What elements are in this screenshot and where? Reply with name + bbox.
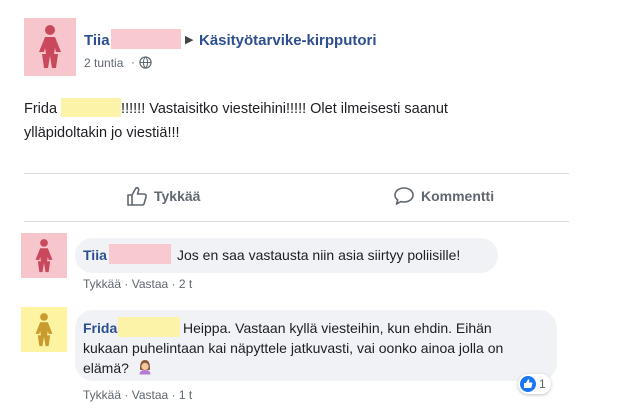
- separator-dot: ·: [124, 277, 132, 291]
- comment-button[interactable]: Kommentti: [393, 186, 494, 206]
- female-user-icon: [35, 238, 53, 272]
- comment-icon: [394, 187, 414, 205]
- redacted-surname: [61, 98, 122, 117]
- redacted-surname: [111, 29, 181, 49]
- group-arrow-icon: ▶: [185, 34, 194, 46]
- comment-author-avatar[interactable]: [21, 307, 67, 352]
- comment-text-line-1: Heippa. Vastaan kyllä viesteihin, kun eh…: [183, 320, 492, 336]
- female-user-icon: [35, 312, 53, 346]
- post-text-line-1: Frida !!!!!! Vastaisitko viesteihini!!!!!…: [24, 98, 448, 120]
- separator-dot: ·: [131, 55, 135, 69]
- globe-icon: [139, 56, 152, 69]
- comment-author-name[interactable]: Frida: [83, 320, 117, 336]
- comment-text-line-2: kukaan puhelintaan kai näpyttele jatkuva…: [83, 340, 504, 356]
- post-author-avatar[interactable]: [24, 18, 76, 76]
- thumbs-up-icon: [127, 186, 147, 206]
- like-label: Tykkää: [154, 188, 201, 204]
- mentioned-name: Frida: [24, 101, 58, 117]
- comment-reply-link[interactable]: Vastaa: [132, 277, 168, 291]
- post-text-line-2: ylläpidoltakin jo viestiä!!!: [24, 125, 180, 141]
- redacted-surname: [109, 244, 171, 264]
- group-name-link[interactable]: Käsityötarvike-kirpputori: [199, 32, 377, 49]
- comment-label: Kommentti: [421, 188, 495, 204]
- reaction-count: 1: [539, 377, 546, 391]
- comment-meta-row: Tykkää · Vastaa · 1 t: [83, 388, 192, 402]
- actions-divider-top: [24, 173, 569, 174]
- like-reaction-icon: [520, 376, 536, 392]
- comment-reply-link[interactable]: Vastaa: [132, 388, 168, 402]
- redacted-surname: [118, 317, 180, 337]
- separator-dot: ·: [124, 388, 132, 402]
- comment-author-avatar[interactable]: [21, 233, 67, 278]
- like-button[interactable]: Tykkää: [126, 186, 200, 206]
- comment-text: Jos en saa vastausta niin asia siirtyy p…: [177, 247, 461, 263]
- comment-like-link[interactable]: Tykkää: [83, 277, 121, 291]
- actions-divider-bottom: [24, 221, 569, 222]
- separator-dot: ·: [171, 277, 179, 291]
- comment-author-name[interactable]: Tiia: [83, 247, 107, 263]
- comment-timestamp[interactable]: 1 t: [179, 388, 192, 402]
- post-timestamp[interactable]: 2 tuntia: [84, 56, 123, 70]
- comment-text-line-3: elämä?: [83, 360, 129, 376]
- comment-meta-row: Tykkää · Vastaa · 2 t: [83, 277, 192, 291]
- female-user-icon: [39, 25, 61, 68]
- comment-like-link[interactable]: Tykkää: [83, 388, 121, 402]
- separator-dot: ·: [171, 388, 179, 402]
- comment-timestamp[interactable]: 2 t: [179, 277, 192, 291]
- post-text-rest: !!!!!! Vastaisitko viesteihini!!!!! Olet…: [121, 101, 448, 117]
- post-author-name[interactable]: Tiia: [84, 32, 110, 49]
- woman-emoji-icon: [139, 360, 151, 375]
- reaction-badge[interactable]: 1: [518, 374, 551, 394]
